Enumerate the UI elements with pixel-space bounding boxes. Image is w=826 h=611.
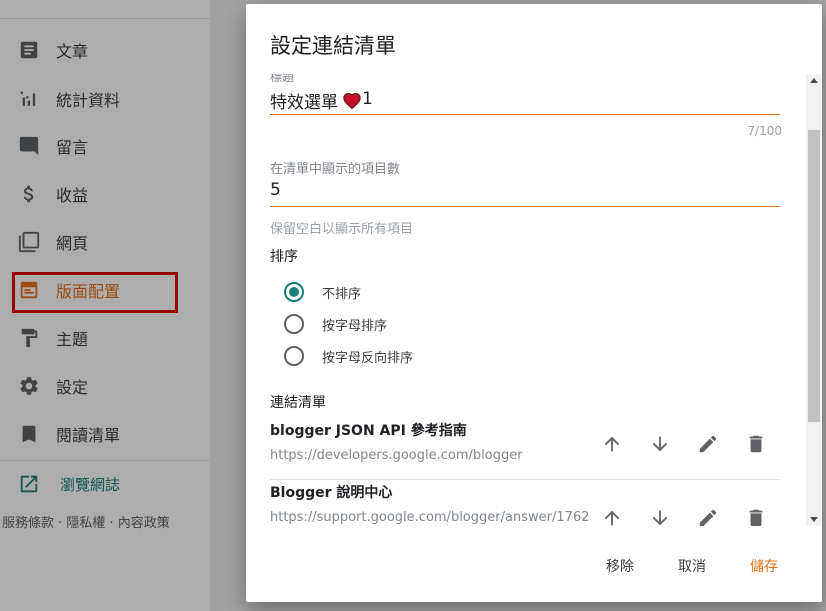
edit-icon[interactable]: [694, 504, 722, 526]
cancel-button[interactable]: 取消: [678, 556, 706, 576]
title-input-value: 特效選單: [270, 93, 338, 113]
scroll-down-arrow-icon[interactable]: [810, 517, 818, 522]
radio-checked[interactable]: [284, 282, 304, 302]
row-divider: [270, 479, 780, 480]
move-down-icon[interactable]: [646, 504, 674, 526]
move-down-icon[interactable]: [646, 430, 674, 458]
radio-unchecked[interactable]: [284, 314, 304, 334]
item-count-value: 5: [270, 180, 281, 200]
sort-option-reverse-alphabetical[interactable]: 按字母反向排序: [284, 344, 413, 368]
scrollbar-thumb[interactable]: [808, 130, 820, 422]
dialog-scrollbar[interactable]: [806, 74, 822, 526]
sort-option-label: 不排序: [322, 286, 362, 302]
sort-option-label: 按字母排序: [322, 318, 388, 334]
item-count-label: 在清單中顯示的項目數: [270, 162, 401, 177]
dialog-title: 設定連結清單: [270, 34, 396, 58]
list-item: Blogger 說明中心 https://support.google.com/…: [270, 482, 780, 526]
move-up-icon[interactable]: [598, 504, 626, 526]
title-input-suffix: 1: [362, 89, 373, 109]
delete-icon[interactable]: [742, 430, 770, 458]
dialog-actions: 移除 取消 儲存: [246, 544, 822, 592]
link-url: https://support.google.com/blogger/answe…: [270, 510, 588, 525]
remove-button[interactable]: 移除: [606, 556, 634, 576]
link-title: Blogger 說明中心: [270, 485, 393, 501]
item-count-input[interactable]: 5: [270, 180, 780, 207]
sort-option-label: 按字母反向排序: [322, 350, 414, 366]
edit-icon[interactable]: [694, 430, 722, 458]
delete-icon[interactable]: [742, 504, 770, 526]
dialog-scroll-area: 標題 特效選單 1 7/100 在清單中顯示的項目數 5 保留空白以顯示所有項目…: [246, 74, 822, 526]
heart-icon: [343, 92, 361, 109]
sort-label: 排序: [270, 249, 298, 265]
link-title: blogger JSON API 參考指南: [270, 423, 467, 439]
radio-unchecked[interactable]: [284, 346, 304, 366]
move-up-icon[interactable]: [598, 430, 626, 458]
title-char-counter: 7/100: [747, 124, 782, 138]
links-label: 連結清單: [270, 395, 326, 411]
sort-option-none[interactable]: 不排序: [284, 280, 361, 304]
sort-option-alphabetical[interactable]: 按字母排序: [284, 312, 387, 336]
item-count-hint: 保留空白以顯示所有項目: [270, 222, 414, 237]
list-item: blogger JSON API 參考指南 https://developers…: [270, 420, 780, 480]
link-url: https://developers.google.com/blogger: [270, 448, 523, 463]
save-button[interactable]: 儲存: [750, 556, 778, 576]
scroll-up-arrow-icon[interactable]: [810, 78, 818, 83]
link-list-dialog: 設定連結清單 標題 特效選單 1 7/100 在清單中顯示的項目數 5 保留空白…: [246, 4, 822, 602]
title-field-label: 標題: [270, 74, 295, 84]
